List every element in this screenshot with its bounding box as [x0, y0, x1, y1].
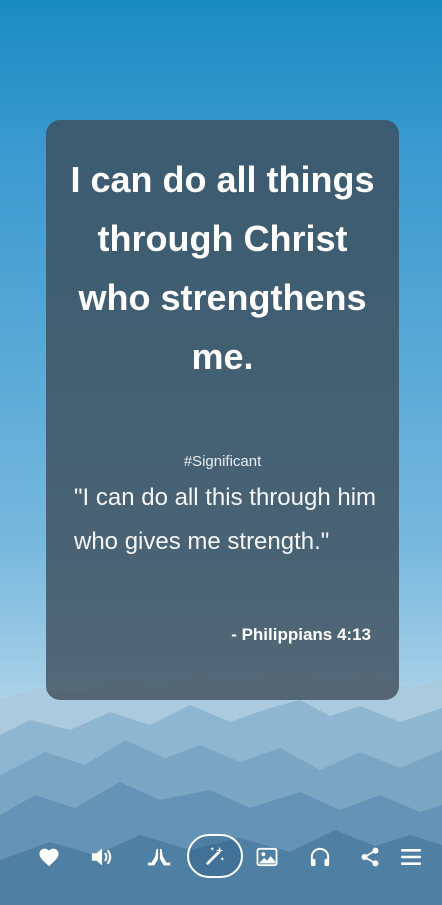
verse-reference: - Philippians 4:13 [231, 625, 371, 644]
bottom-toolbar [0, 832, 442, 882]
magic-wand-icon [206, 846, 225, 865]
image-icon [256, 847, 278, 867]
headphones-icon [310, 847, 330, 867]
menu-icon [401, 849, 421, 865]
speaker-icon [91, 848, 112, 866]
menu-button[interactable] [389, 835, 433, 879]
share-button[interactable] [348, 835, 392, 879]
audio-button[interactable] [298, 835, 342, 879]
quote-card: I can do all things through Christ who s… [46, 120, 399, 700]
quote-hashtag[interactable]: #Significant [46, 453, 399, 470]
like-button[interactable] [27, 835, 71, 879]
share-icon [361, 847, 379, 867]
quote-headline: I can do all things through Christ who s… [70, 159, 375, 377]
heart-icon [39, 848, 59, 867]
backgrounds-button[interactable] [245, 835, 289, 879]
pray-button[interactable] [137, 835, 181, 879]
praying-hands-icon [147, 848, 171, 866]
magic-button[interactable] [187, 834, 243, 878]
quote-screen: I can do all things through Christ who s… [0, 0, 442, 905]
listen-button[interactable] [81, 835, 125, 879]
verse-text: "I can do all this through him who gives… [74, 484, 377, 555]
